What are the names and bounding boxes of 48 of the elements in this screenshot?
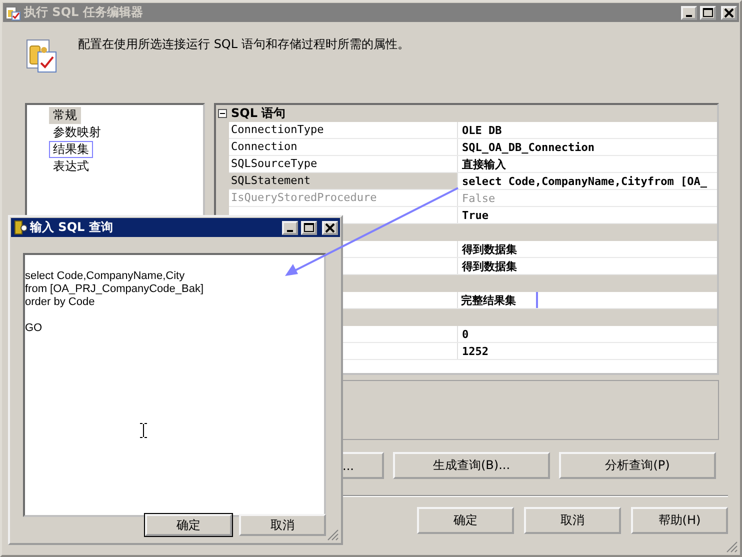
action-button[interactable]: 生成查询(B)... [393,452,550,479]
nav-item[interactable]: 参数映射 [49,124,105,141]
dialog-button[interactable]: 帮助(H) [631,507,728,534]
nav-item[interactable]: 结果集 [49,141,93,158]
property-name[interactable]: SQLSourceType [229,156,458,172]
close-icon [325,222,335,232]
close-button[interactable] [322,220,338,234]
property-value[interactable]: select Code,CompanyName,Cityfrom [OA_ [459,173,710,189]
property-value[interactable]: 得到数据集 [459,258,520,274]
dialog-button[interactable]: 取消 [524,507,621,534]
minimize-button[interactable] [681,6,697,20]
window-title: 执行 SQL 任务编辑器 [24,4,143,21]
property-value[interactable]: 1252 [459,343,492,359]
query-text-field[interactable]: select Code,CompanyName,City from [OA_PRJ_CompanyCode_Bak] order by Code GO [23,253,326,517]
minimize-icon [686,14,692,16]
property-name[interactable]: SQLStatement [229,173,458,189]
maximize-button[interactable] [700,6,716,20]
property-value[interactable]: 得到数据集 [459,241,520,257]
query-icon [13,220,27,235]
maximize-button[interactable] [301,220,317,234]
property-value[interactable]: 0 [459,326,472,342]
property-name[interactable]: ConnectionType [229,122,458,138]
resize-grip-icon[interactable] [726,541,738,553]
nav-item[interactable]: 表达式 [49,158,93,175]
minimize-icon [287,230,293,232]
maximize-icon [703,8,713,18]
query-text: select Code,CompanyName,City from [OA_PRJ_CompanyCode_Bak] order by Code GO [25,270,204,334]
minimize-button[interactable] [282,220,298,234]
property-value[interactable]: True [459,207,492,223]
maximize-icon [304,222,314,232]
property-value[interactable]: SQL_OA_DB_Connection [459,139,598,155]
collapse-icon[interactable] [218,109,227,118]
dialog-button[interactable]: 确定 [145,514,232,536]
close-icon [724,8,734,18]
text-cursor-icon [139,423,148,438]
nav-item[interactable]: 常规 [49,107,81,124]
close-button[interactable] [721,6,737,20]
resize-grip-icon[interactable] [327,529,339,541]
category-label: SQL 语句 [231,105,286,122]
property-value[interactable]: 直接输入 [459,156,509,172]
property-value[interactable]: OLE DB [459,122,505,138]
action-button[interactable]: 分析查询(P) [559,452,716,479]
dialog-title: 输入 SQL 查询 [30,219,113,236]
property-name[interactable]: Connection [229,139,458,155]
dialog-button[interactable]: 取消 [239,514,326,536]
property-value[interactable]: 完整结果集 [458,292,538,308]
description-text: 配置在使用所选连接运行 SQL 语句和存储过程时所需的属性。 [78,36,410,53]
dialog-button[interactable]: 确定 [417,507,514,534]
